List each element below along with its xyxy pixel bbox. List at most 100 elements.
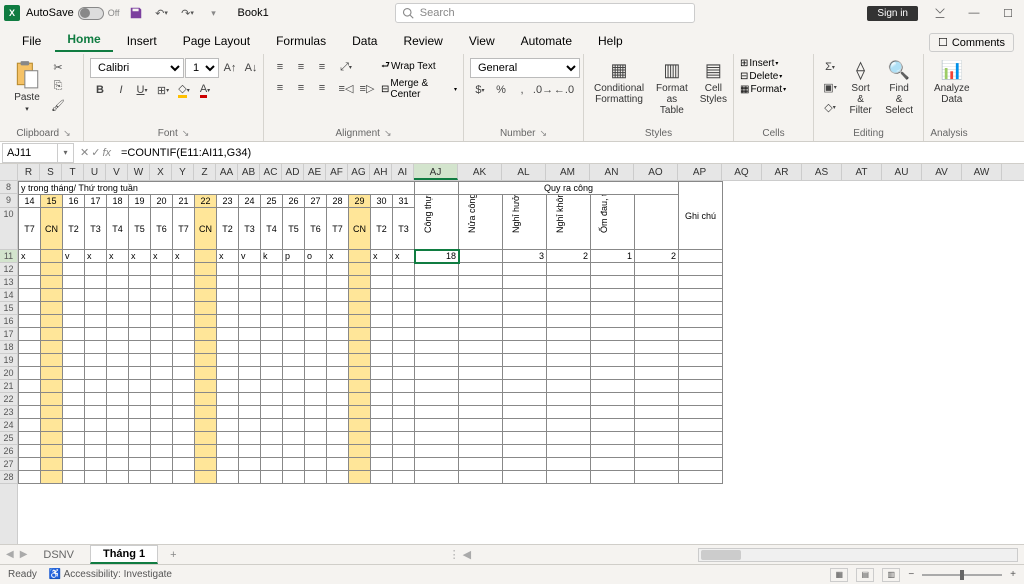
font-size-select[interactable]: 11 — [185, 58, 219, 78]
wrap-text-button[interactable]: ⮐ Wrap Text — [381, 58, 457, 75]
format-as-table-button[interactable]: ▥Format as Table — [652, 58, 692, 118]
zoom-out-icon[interactable]: − — [908, 569, 914, 580]
column-header[interactable]: AV — [922, 164, 962, 180]
row-header[interactable]: 16 — [0, 315, 17, 328]
increase-decimal-icon[interactable]: .0→ — [533, 81, 553, 99]
redo-icon[interactable]: ↷▾ — [178, 3, 198, 23]
row-header[interactable]: 12 — [0, 263, 17, 276]
cut-icon[interactable]: ✂ — [48, 58, 68, 76]
paste-button[interactable]: Paste ▾ — [10, 58, 44, 115]
row-header[interactable]: 28 — [0, 471, 17, 484]
column-header[interactable]: S — [40, 164, 62, 180]
spreadsheet-grid[interactable]: RSTUVWXYZAAABACADAEAFAGAHAIAJAKALAMANAOA… — [0, 164, 1024, 544]
row-header[interactable]: 22 — [0, 393, 17, 406]
column-header[interactable]: AC — [260, 164, 282, 180]
column-header[interactable]: AA — [216, 164, 238, 180]
row-header[interactable]: 18 — [0, 341, 17, 354]
decrease-decimal-icon[interactable]: ←.0 — [554, 81, 574, 99]
new-sheet-icon[interactable]: + — [162, 549, 184, 561]
currency-icon[interactable]: $▾ — [470, 81, 490, 99]
decrease-font-icon[interactable]: A↓ — [241, 59, 261, 77]
align-middle-icon[interactable]: ≡ — [291, 58, 311, 76]
merge-center-button[interactable]: ⊟ Merge & Center ▾ — [381, 78, 457, 100]
percent-icon[interactable]: % — [491, 81, 511, 99]
qat-customize-icon[interactable]: ▾ — [204, 3, 224, 23]
column-header[interactable]: AU — [882, 164, 922, 180]
align-top-icon[interactable]: ≡ — [270, 58, 290, 76]
view-pagebreak-icon[interactable]: ▥ — [882, 568, 900, 582]
column-header[interactable]: AJ — [414, 164, 458, 180]
column-header[interactable]: AN — [590, 164, 634, 180]
font-name-select[interactable]: Calibri — [90, 58, 184, 78]
signin-button[interactable]: Sign in — [867, 6, 918, 21]
cancel-formula-icon[interactable]: ✕ — [80, 146, 89, 159]
font-color-icon[interactable]: A▾ — [195, 81, 215, 99]
format-painter-icon[interactable]: 🖌 — [48, 96, 68, 114]
menu-formulas[interactable]: Formulas — [264, 30, 338, 52]
borders-icon[interactable]: ⊞▾ — [153, 81, 173, 99]
increase-indent-icon[interactable]: ≡▷ — [357, 79, 377, 97]
comments-button[interactable]: ☐ Comments — [929, 33, 1014, 52]
row-header[interactable]: 9 — [0, 194, 17, 208]
column-header[interactable]: AG — [348, 164, 370, 180]
column-header[interactable]: AO — [634, 164, 678, 180]
menu-data[interactable]: Data — [340, 30, 389, 52]
column-header[interactable]: AQ — [722, 164, 762, 180]
view-pagelayout-icon[interactable]: ▤ — [856, 568, 874, 582]
formula-input[interactable] — [117, 147, 1024, 159]
row-header[interactable]: 10 — [0, 208, 17, 250]
tab-prev-icon[interactable]: ◀ — [6, 549, 14, 560]
name-box[interactable]: AJ11 — [2, 143, 58, 163]
align-left-icon[interactable]: ≡ — [270, 79, 290, 97]
tab-next-icon[interactable]: ▶ — [20, 549, 28, 560]
cells-delete-button[interactable]: ⊟ Delete ▾ — [740, 71, 782, 82]
row-header[interactable]: 15 — [0, 302, 17, 315]
fill-color-icon[interactable]: ◇▾ — [174, 81, 194, 99]
column-header[interactable]: Z — [194, 164, 216, 180]
number-launcher-icon[interactable]: ↘ — [540, 128, 548, 139]
toggle-switch[interactable] — [78, 7, 104, 20]
conditional-formatting-button[interactable]: ▦Conditional Formatting — [590, 58, 648, 107]
autosum-icon[interactable]: Σ▾ — [820, 58, 840, 76]
column-header[interactable]: Y — [172, 164, 194, 180]
column-header[interactable]: AP — [678, 164, 722, 180]
column-header[interactable]: AS — [802, 164, 842, 180]
row-header[interactable]: 27 — [0, 458, 17, 471]
save-icon[interactable] — [126, 3, 146, 23]
row-header[interactable]: 21 — [0, 380, 17, 393]
menu-file[interactable]: File — [10, 30, 53, 52]
column-header[interactable]: AB — [238, 164, 260, 180]
clear-icon[interactable]: ◇▾ — [820, 98, 840, 116]
align-right-icon[interactable]: ≡ — [312, 79, 332, 97]
autosave-toggle[interactable]: AutoSave Off — [26, 7, 120, 20]
column-header[interactable]: AD — [282, 164, 304, 180]
horizontal-scrollbar[interactable] — [698, 548, 1018, 562]
column-header[interactable]: V — [106, 164, 128, 180]
menu-help[interactable]: Help — [586, 30, 635, 52]
orientation-icon[interactable]: ⤢▾ — [336, 58, 356, 76]
copy-icon[interactable]: ⎘ — [48, 77, 68, 95]
column-header[interactable]: X — [150, 164, 172, 180]
menu-page-layout[interactable]: Page Layout — [171, 30, 262, 52]
view-normal-icon[interactable]: ▦ — [830, 568, 848, 582]
row-header[interactable]: 13 — [0, 276, 17, 289]
column-header[interactable]: AF — [326, 164, 348, 180]
name-box-dropdown-icon[interactable]: ▾ — [58, 143, 74, 163]
row-header[interactable]: 17 — [0, 328, 17, 341]
bold-button[interactable]: B — [90, 81, 110, 99]
sheet-tab-thang1[interactable]: Tháng 1 — [90, 545, 158, 564]
zoom-slider[interactable] — [922, 574, 1002, 576]
cells[interactable]: y trong tháng/ Thứ trong tuầnQuy ra công… — [18, 181, 1003, 484]
column-header[interactable]: AM — [546, 164, 590, 180]
row-header[interactable]: 26 — [0, 445, 17, 458]
menu-automate[interactable]: Automate — [509, 30, 584, 52]
find-select-button[interactable]: 🔍Find & Select — [881, 58, 917, 118]
column-header[interactable]: W — [128, 164, 150, 180]
row-header[interactable]: 24 — [0, 419, 17, 432]
row-header[interactable]: 11 — [0, 250, 17, 263]
sort-filter-button[interactable]: ⟠Sort & Filter — [844, 58, 877, 118]
analyze-data-button[interactable]: 📊Analyze Data — [930, 58, 974, 107]
menu-review[interactable]: Review — [391, 30, 454, 52]
row-header[interactable]: 8 — [0, 181, 17, 194]
column-header[interactable]: AT — [842, 164, 882, 180]
